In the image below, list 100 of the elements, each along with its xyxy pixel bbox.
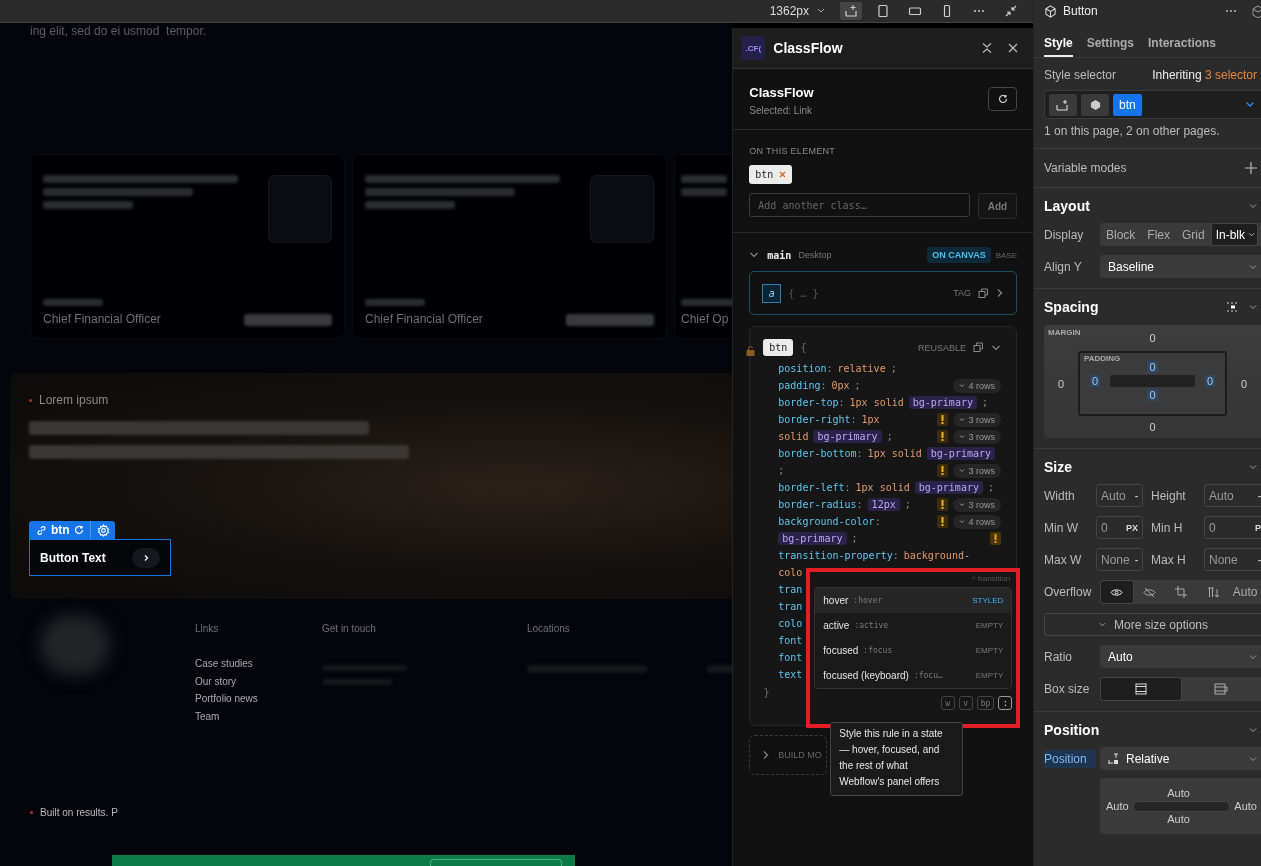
column-heading: Links (195, 623, 219, 634)
overflow-option[interactable]: Auto (1229, 580, 1261, 604)
section-title: Size (1044, 459, 1072, 475)
panel-title: ClassFlow (773, 40, 843, 56)
offset-value[interactable]: Auto (1234, 800, 1257, 812)
offset-value[interactable]: Auto (1167, 813, 1190, 825)
rows-badge[interactable]: 3 rows (953, 463, 1001, 478)
class-selector[interactable]: btn (763, 339, 794, 356)
add-button[interactable]: Add (978, 193, 1017, 219)
footer-link[interactable]: Team (195, 707, 220, 725)
field-label: Align Y (1044, 259, 1083, 274)
state-selector: :hover (853, 596, 883, 605)
css-value: 1px (861, 414, 880, 425)
offset-value[interactable]: Auto (1167, 787, 1190, 799)
punctuation: ; (851, 533, 858, 544)
size-field[interactable]: 0 PX (1096, 516, 1143, 539)
key-button[interactable]: bp (976, 696, 995, 710)
padding-value[interactable]: 0 (1089, 375, 1101, 387)
menu-item[interactable]: hover :hover STYLED (815, 588, 1012, 613)
menu-item[interactable]: focused (keyboard) :focu… EMPTY (815, 663, 1012, 688)
element-name: Button (1063, 4, 1098, 18)
variable-token[interactable]: bg-primary (914, 481, 983, 494)
rows-badge[interactable]: 3 rows (953, 497, 1001, 512)
field-label: Max W (1044, 552, 1083, 567)
class-chip[interactable]: btn (749, 165, 793, 184)
field-label: Position (1044, 749, 1096, 768)
variable-token[interactable]: bg-primary (926, 447, 995, 460)
class-input[interactable]: Add another class… (749, 193, 970, 217)
display-option[interactable]: In-blk (1210, 223, 1259, 246)
punctuation: ; (886, 431, 893, 442)
panel-tab[interactable]: Style (1044, 22, 1073, 57)
column-heading: Get in touch (322, 623, 376, 634)
section-title: Spacing (1044, 299, 1099, 315)
tag-rule-card[interactable]: a { … } TAG (749, 271, 1017, 315)
footer-link[interactable]: Case studies (195, 655, 253, 673)
variable-token[interactable]: bg-primary (908, 396, 977, 409)
rows-badge[interactable]: 3 rows (953, 429, 1001, 444)
selector-field[interactable]: btn (1044, 90, 1261, 119)
job-title: Chief Financial Officer (365, 312, 483, 326)
display-option[interactable]: Flex (1141, 223, 1176, 246)
selector-chip[interactable]: btn (1113, 93, 1142, 116)
ratio-select[interactable]: Auto (1100, 645, 1261, 668)
css-value: relative (837, 363, 886, 374)
rule-type-label: REUSABLE (917, 342, 966, 353)
footer-link[interactable]: Our story (195, 672, 237, 690)
panel-tab[interactable]: Settings (1086, 22, 1135, 57)
css-property: padding (778, 380, 821, 391)
punctuation: : (850, 414, 857, 425)
punctuation: ; (904, 499, 911, 510)
size-field[interactable]: None - (1204, 548, 1261, 571)
css-property: border-radius (778, 499, 857, 510)
rows-badge[interactable]: 4 rows (953, 378, 1001, 393)
size-field[interactable]: Auto - (1096, 484, 1143, 507)
more-options-button[interactable]: More size options (1044, 613, 1261, 636)
size-field[interactable]: 0 P (1204, 516, 1261, 539)
key-button[interactable]: v (958, 696, 973, 710)
css-property: tran (778, 601, 803, 612)
css-property: transition-property (778, 550, 893, 561)
menu-item[interactable]: active :active EMPTY (815, 613, 1012, 638)
state-status: STYLED (972, 596, 1004, 605)
panel-tab[interactable]: Interactions (1148, 22, 1217, 57)
css-property: text (778, 669, 803, 680)
css-value: 1px solid (867, 448, 922, 459)
state-name: focused (keyboard) (823, 670, 909, 681)
margin-value[interactable]: 0 (1044, 351, 1078, 416)
size-field[interactable]: None - (1096, 548, 1143, 571)
margin-value[interactable]: 0 (1227, 351, 1261, 416)
body-text: ing elit, sed do ei usmod tempor. (29, 23, 208, 38)
padding-value[interactable]: 0 (1147, 361, 1158, 373)
padding-value[interactable]: 0 (1204, 375, 1216, 387)
footer-link[interactable]: Portfolio news (195, 690, 258, 708)
rows-badge[interactable]: 4 rows (953, 514, 1001, 529)
field-label: Max H (1151, 552, 1187, 567)
field-label: Overflow (1044, 585, 1093, 599)
display-option[interactable]: Grid (1176, 223, 1211, 246)
key-button[interactable]: : (998, 696, 1013, 710)
variable-token[interactable]: bg-primary (813, 430, 882, 443)
padding-value[interactable]: 0 (1147, 389, 1158, 401)
key-button[interactable]: w (940, 696, 955, 710)
css-value: 0px (831, 380, 850, 391)
css-property: background-color (778, 516, 875, 527)
align-select[interactable]: Baseline (1100, 255, 1261, 278)
menu-item[interactable]: focused :focus EMPTY (815, 638, 1012, 663)
variable-token[interactable]: 12px (867, 498, 900, 511)
viewport-width[interactable]: 1362px (769, 4, 809, 18)
display-option[interactable]: Block (1100, 223, 1142, 246)
css-property: border-left (778, 482, 845, 493)
punctuation: ; (981, 397, 988, 408)
variable-token[interactable]: bg-primary (778, 532, 847, 545)
size-field[interactable]: Auto - (1204, 484, 1261, 507)
tag-selector: a (762, 283, 782, 303)
margin-value[interactable]: 0 (1078, 416, 1227, 438)
punctuation: : (820, 380, 827, 391)
selected-button[interactable]: Button Text (29, 539, 171, 576)
section-title: Layout (1044, 198, 1090, 214)
position-select[interactable]: Relative (1100, 747, 1261, 770)
column-heading: Locations (527, 623, 570, 634)
selector-count[interactable]: 3 selector (1204, 68, 1257, 82)
rows-badge[interactable]: 3 rows (953, 412, 1001, 427)
offset-value[interactable]: Auto (1106, 800, 1129, 812)
